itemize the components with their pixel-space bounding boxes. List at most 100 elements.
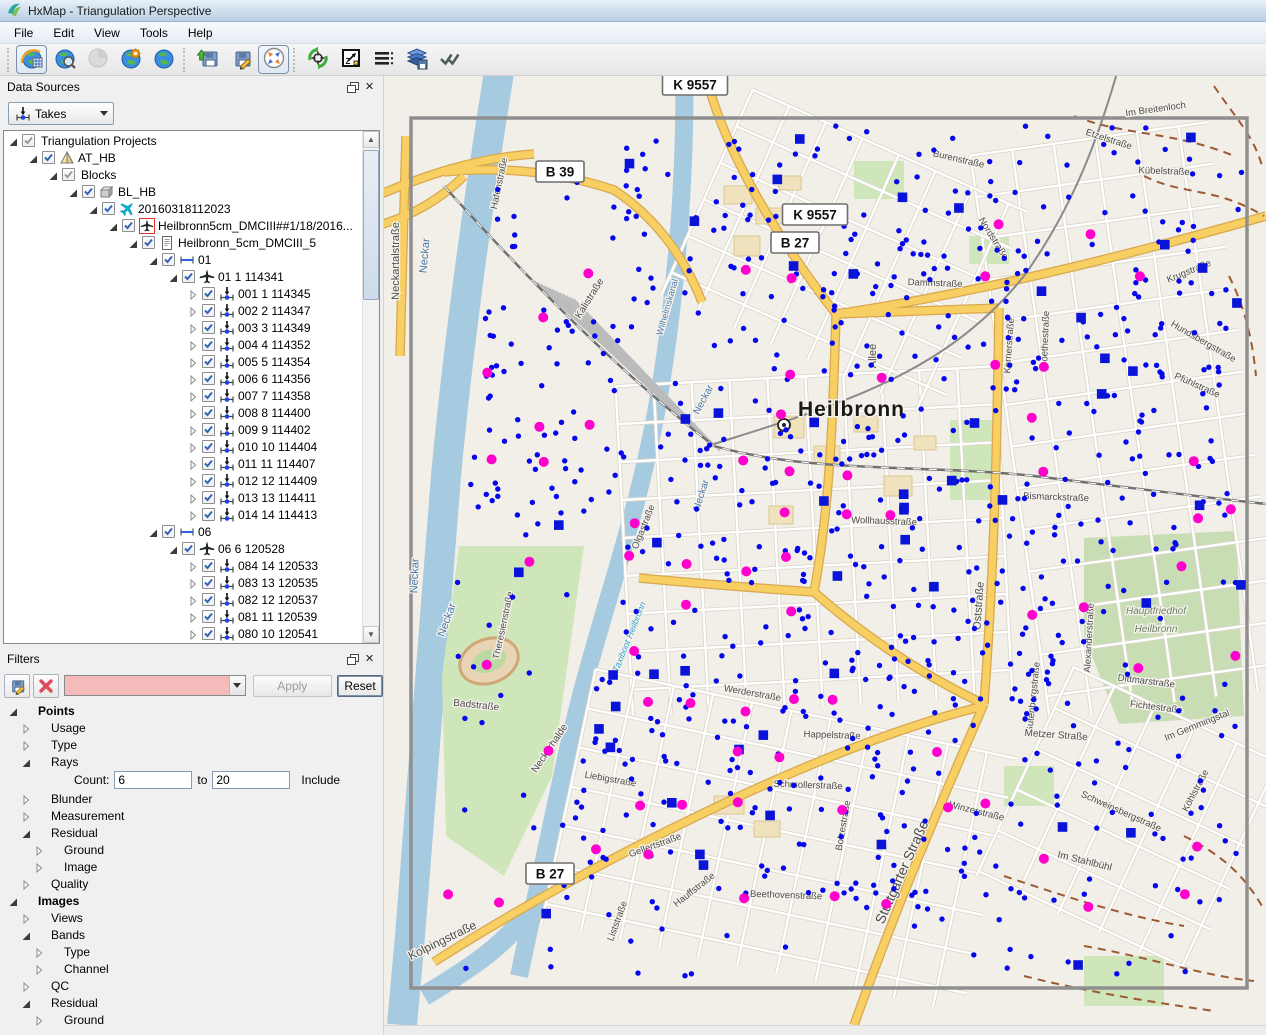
tie-point-marker[interactable]: [836, 510, 841, 515]
filter-tree-row[interactable]: Blunder: [0, 790, 381, 807]
tie-point-marker[interactable]: [1042, 596, 1047, 601]
tie-point-marker[interactable]: [601, 351, 606, 356]
tie-point-marker[interactable]: [1005, 965, 1010, 970]
tie-point-marker[interactable]: [1199, 805, 1204, 810]
tie-point-marker[interactable]: [959, 868, 964, 873]
tie-point-marker[interactable]: [555, 327, 560, 332]
check-point-marker[interactable]: [741, 265, 751, 275]
tie-point-marker[interactable]: [1123, 662, 1128, 667]
tie-point-marker[interactable]: [783, 427, 788, 432]
tie-point-marker[interactable]: [648, 716, 653, 721]
tie-point-marker[interactable]: [487, 427, 492, 432]
control-point-marker[interactable]: [608, 670, 618, 680]
tree-row[interactable]: BL_HB: [4, 183, 361, 200]
tie-point-marker[interactable]: [916, 603, 921, 608]
tie-point-marker[interactable]: [1034, 751, 1039, 756]
tie-point-marker[interactable]: [495, 217, 500, 222]
checkbox[interactable]: [202, 304, 215, 317]
tie-point-marker[interactable]: [998, 600, 1003, 605]
tie-point-marker[interactable]: [468, 482, 473, 487]
tie-point-marker[interactable]: [777, 780, 782, 785]
tie-point-marker[interactable]: [563, 466, 568, 471]
tie-point-marker[interactable]: [877, 354, 882, 359]
check-point-marker[interactable]: [741, 707, 751, 717]
tie-point-marker[interactable]: [936, 324, 941, 329]
tie-point-marker[interactable]: [974, 565, 979, 570]
tie-point-marker[interactable]: [629, 776, 634, 781]
tie-point-marker[interactable]: [1017, 890, 1022, 895]
tie-point-marker[interactable]: [990, 385, 995, 390]
tie-point-marker[interactable]: [871, 883, 876, 888]
tie-point-marker[interactable]: [591, 319, 596, 324]
tie-point-marker[interactable]: [870, 774, 875, 779]
checkbox[interactable]: [162, 525, 175, 538]
tie-point-marker[interactable]: [818, 775, 823, 780]
tie-point-marker[interactable]: [795, 548, 800, 553]
sphere-button[interactable]: [82, 45, 113, 74]
control-point-marker[interactable]: [625, 159, 635, 169]
tie-point-marker[interactable]: [766, 217, 771, 222]
tie-point-marker[interactable]: [988, 484, 993, 489]
tie-point-marker[interactable]: [806, 614, 811, 619]
tie-point-marker[interactable]: [879, 448, 884, 453]
tie-point-marker[interactable]: [914, 174, 919, 179]
tie-point-marker[interactable]: [1066, 194, 1071, 199]
tie-point-marker[interactable]: [1143, 208, 1148, 213]
tie-point-marker[interactable]: [875, 763, 880, 768]
tie-point-marker[interactable]: [818, 694, 823, 699]
tie-point-marker[interactable]: [959, 477, 964, 482]
tie-point-marker[interactable]: [822, 368, 827, 373]
tie-point-marker[interactable]: [611, 204, 616, 209]
tie-point-marker[interactable]: [549, 486, 554, 491]
tie-point-marker[interactable]: [1095, 517, 1100, 522]
check-point-marker[interactable]: [780, 507, 790, 517]
checkbox[interactable]: [182, 542, 195, 555]
tie-point-marker[interactable]: [837, 717, 842, 722]
tie-point-marker[interactable]: [712, 343, 717, 348]
tie-point-marker[interactable]: [516, 433, 521, 438]
tie-point-marker[interactable]: [613, 738, 618, 743]
tie-point-marker[interactable]: [698, 544, 703, 549]
expander-closed-icon[interactable]: [188, 391, 198, 401]
expander-open-icon[interactable]: [148, 527, 158, 537]
tie-point-marker[interactable]: [1085, 334, 1090, 339]
tie-point-marker[interactable]: [1034, 706, 1039, 711]
tie-point-marker[interactable]: [952, 335, 957, 340]
tie-point-marker[interactable]: [732, 175, 737, 180]
tie-point-marker[interactable]: [1166, 452, 1171, 457]
tie-point-marker[interactable]: [911, 766, 916, 771]
tie-point-marker[interactable]: [750, 172, 755, 177]
tie-point-marker[interactable]: [1044, 251, 1049, 256]
control-point-marker[interactable]: [1236, 580, 1246, 590]
tie-point-marker[interactable]: [1022, 254, 1027, 259]
tie-point-marker[interactable]: [1187, 157, 1192, 162]
tie-point-marker[interactable]: [919, 406, 924, 411]
tie-point-marker[interactable]: [759, 863, 764, 868]
check-point-marker[interactable]: [643, 849, 653, 859]
tie-point-marker[interactable]: [868, 362, 873, 367]
tie-point-marker[interactable]: [1038, 606, 1043, 611]
tie-point-marker[interactable]: [1191, 238, 1196, 243]
tie-point-marker[interactable]: [1171, 525, 1176, 530]
tie-point-marker[interactable]: [624, 168, 629, 173]
tie-point-marker[interactable]: [793, 689, 798, 694]
tie-point-marker[interactable]: [1101, 142, 1106, 147]
tie-point-marker[interactable]: [980, 650, 985, 655]
tie-point-marker[interactable]: [1143, 362, 1148, 367]
tie-point-marker[interactable]: [1217, 382, 1222, 387]
tie-point-marker[interactable]: [684, 683, 689, 688]
tie-point-marker[interactable]: [896, 228, 901, 233]
tie-point-marker[interactable]: [803, 714, 808, 719]
tie-point-marker[interactable]: [501, 305, 506, 310]
tie-point-marker[interactable]: [901, 684, 906, 689]
tie-point-marker[interactable]: [873, 890, 878, 895]
tie-point-marker[interactable]: [773, 480, 778, 485]
tie-point-marker[interactable]: [462, 716, 467, 721]
checkbox[interactable]: [102, 202, 115, 215]
tie-point-marker[interactable]: [608, 378, 613, 383]
map-canvas[interactable]: NeckartalstraßeNeckarNeckarNeckarNeckarN…: [384, 76, 1266, 1025]
check-point-marker[interactable]: [1133, 663, 1143, 673]
float-panel-icon[interactable]: [344, 80, 361, 95]
check-point-marker[interactable]: [733, 747, 743, 757]
check-point-marker[interactable]: [524, 557, 534, 567]
